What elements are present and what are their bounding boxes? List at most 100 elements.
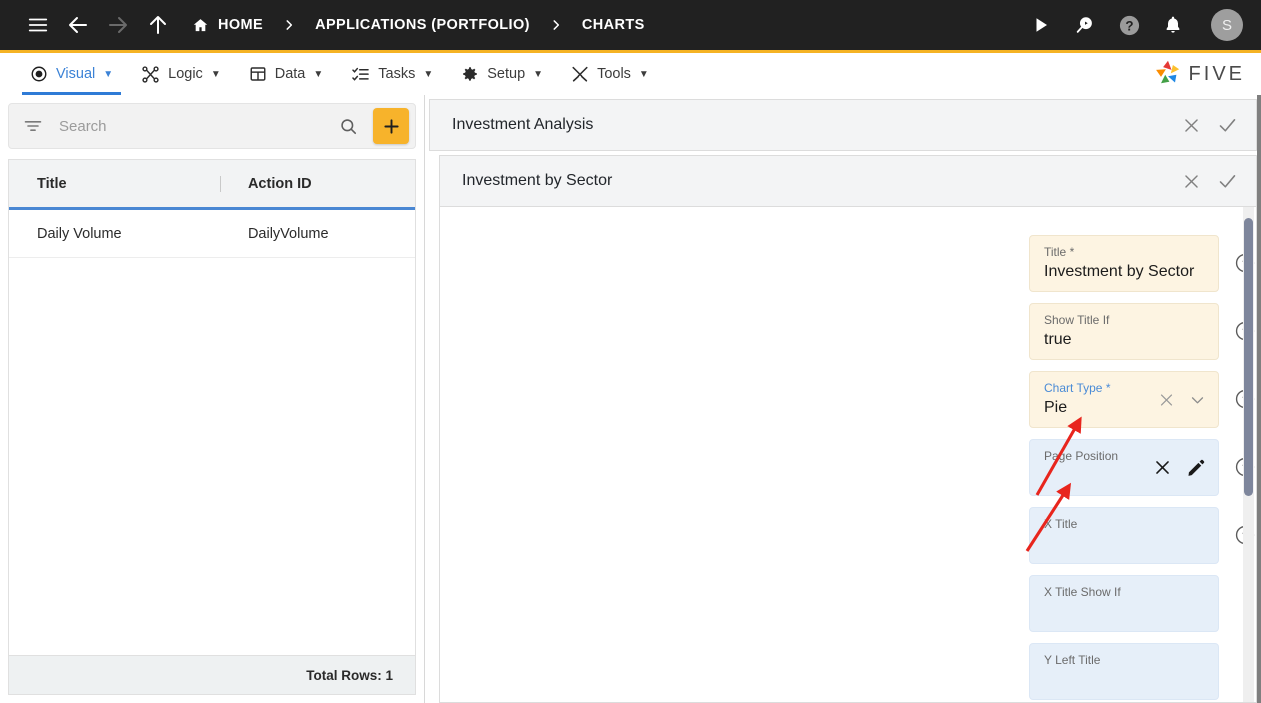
field-row-y-left-title: Y Left Title (440, 643, 1256, 700)
table-footer: Total Rows: 1 (8, 655, 416, 695)
clear-x-icon[interactable] (1153, 458, 1172, 477)
breadcrumb-item-charts[interactable]: CHARTS (582, 17, 645, 33)
brand-logo: FIVE (1154, 53, 1261, 95)
cell-title: Daily Volume (37, 225, 122, 242)
menu-item-label: Visual (56, 66, 96, 82)
breadcrumb-label: HOME (218, 17, 264, 33)
tools-wrench-icon (571, 65, 589, 83)
cell-action-id: DailyVolume (247, 225, 329, 242)
top-nav-right-group: ? S (1021, 5, 1243, 45)
help-circle-icon[interactable]: ? (1109, 5, 1149, 45)
outer-card-actions (1182, 115, 1238, 136)
breadcrumb-item-home[interactable]: HOME (192, 17, 263, 34)
workspace: Title Action ID Daily Volume DailyVolume… (0, 95, 1261, 703)
chevron-down-icon: ▼ (313, 68, 324, 80)
check-icon[interactable] (1217, 171, 1238, 192)
form-scrollbar-track[interactable] (1243, 207, 1254, 702)
search-play-icon[interactable] (1065, 5, 1105, 45)
logic-nodes-icon (141, 65, 160, 84)
field-row-chart-type: Chart Type * Pie ? (440, 371, 1256, 428)
field-value: true (1044, 331, 1072, 348)
menu-item-tools[interactable]: Tools ▼ (557, 53, 663, 95)
top-nav-left-group: HOME APPLICATIONS (PORTFOLIO) CHARTS (18, 5, 645, 45)
field-x-title-show-if[interactable]: X Title Show If (1029, 575, 1219, 632)
play-icon[interactable] (1021, 5, 1061, 45)
field-icon-group (1158, 391, 1206, 408)
chevron-down-icon: ▼ (638, 68, 649, 80)
back-arrow-icon[interactable] (58, 5, 98, 45)
menu-item-logic[interactable]: Logic ▼ (127, 53, 235, 95)
field-x-title[interactable]: X Title (1029, 507, 1219, 564)
check-icon[interactable] (1217, 115, 1238, 136)
breadcrumb-separator (549, 18, 563, 32)
field-label: X Title (1044, 517, 1078, 531)
field-row-x-title: X Title ? (440, 507, 1256, 564)
inner-card-title: Investment by Sector (462, 172, 613, 189)
outer-card-title: Investment Analysis (452, 116, 594, 133)
detail-form-panel: Investment Analysis Investment by Sector (425, 95, 1261, 703)
inner-card-actions (1182, 171, 1238, 192)
chevron-down-icon: ▼ (210, 68, 221, 80)
add-new-button[interactable] (373, 108, 409, 144)
bell-icon[interactable] (1153, 5, 1193, 45)
breadcrumb-label: CHARTS (581, 17, 645, 33)
inner-card-header: Investment by Sector (439, 155, 1257, 207)
eye-icon (30, 65, 48, 83)
forward-arrow-icon[interactable] (98, 5, 138, 45)
table-row[interactable]: Daily Volume DailyVolume (9, 210, 415, 258)
field-label: X Title Show If (1044, 585, 1121, 599)
menu-item-setup[interactable]: Setup ▼ (447, 53, 557, 95)
field-title[interactable]: Title * Investment by Sector (1029, 235, 1219, 292)
field-page-position[interactable]: Page Position (1029, 439, 1219, 496)
outer-card-header: Investment Analysis (429, 99, 1257, 151)
field-label: Show Title If (1044, 313, 1110, 327)
search-input[interactable] (47, 117, 334, 135)
table-grid-icon (249, 65, 267, 83)
form-scrollbar-thumb[interactable] (1244, 218, 1253, 496)
chevron-down-icon[interactable] (1189, 391, 1206, 408)
menu-item-label: Data (274, 66, 306, 82)
field-show-title-if[interactable]: Show Title If true (1029, 303, 1219, 360)
search-icon[interactable] (334, 112, 363, 141)
field-row-title: Title * Investment by Sector ? (440, 235, 1256, 292)
table-header-row: Title Action ID (9, 160, 415, 210)
five-star-logo-icon (1154, 58, 1182, 91)
field-value: Investment by Sector (1044, 263, 1195, 280)
top-navigation-bar: HOME APPLICATIONS (PORTFOLIO) CHARTS ? S (0, 0, 1261, 50)
home-icon (192, 17, 209, 34)
menu-item-visual[interactable]: Visual ▼ (16, 53, 127, 95)
breadcrumb-item-applications[interactable]: APPLICATIONS (PORTFOLIO) (315, 17, 530, 33)
menu-item-label: Tasks (378, 66, 416, 82)
breadcrumb: HOME APPLICATIONS (PORTFOLIO) CHARTS (192, 17, 645, 34)
table-empty-space (9, 258, 415, 655)
filter-icon[interactable] (19, 112, 47, 140)
column-header-action-id[interactable]: Action ID (220, 176, 415, 192)
close-x-icon[interactable] (1182, 172, 1201, 191)
column-header-title[interactable]: Title (9, 176, 220, 192)
field-label: Y Left Title (1044, 653, 1101, 667)
field-y-left-title[interactable]: Y Left Title (1029, 643, 1219, 700)
breadcrumb-label: APPLICATIONS (PORTFOLIO) (315, 17, 530, 33)
avatar[interactable]: S (1211, 9, 1243, 41)
chevron-down-icon: ▼ (103, 68, 114, 80)
form-scroll-container: Title * Investment by Sector ? Show Titl… (439, 207, 1257, 703)
up-arrow-icon[interactable] (138, 5, 178, 45)
field-icon-group (1153, 458, 1206, 478)
close-x-icon[interactable] (1182, 116, 1201, 135)
breadcrumb-separator (282, 18, 296, 32)
search-bar (8, 103, 416, 149)
menu-item-label: Setup (487, 66, 526, 82)
checklist-icon (351, 65, 370, 84)
clear-x-icon[interactable] (1158, 391, 1175, 408)
field-row-show-title-if: Show Title If true ? (440, 303, 1256, 360)
hamburger-menu-icon[interactable] (18, 5, 58, 45)
records-table: Title Action ID Daily Volume DailyVolume (8, 159, 416, 655)
menu-item-tasks[interactable]: Tasks ▼ (337, 53, 447, 95)
svg-text:?: ? (1125, 18, 1133, 33)
menu-item-data[interactable]: Data ▼ (235, 53, 338, 95)
edit-pencil-icon[interactable] (1186, 458, 1206, 478)
brand-text: FIVE (1188, 62, 1245, 85)
form-fields: Title * Investment by Sector ? Show Titl… (440, 207, 1256, 702)
field-chart-type[interactable]: Chart Type * Pie (1029, 371, 1219, 428)
application-menu-bar: Visual ▼ Logic ▼ Data ▼ Tasks ▼ Setup ▼ … (0, 50, 1261, 95)
